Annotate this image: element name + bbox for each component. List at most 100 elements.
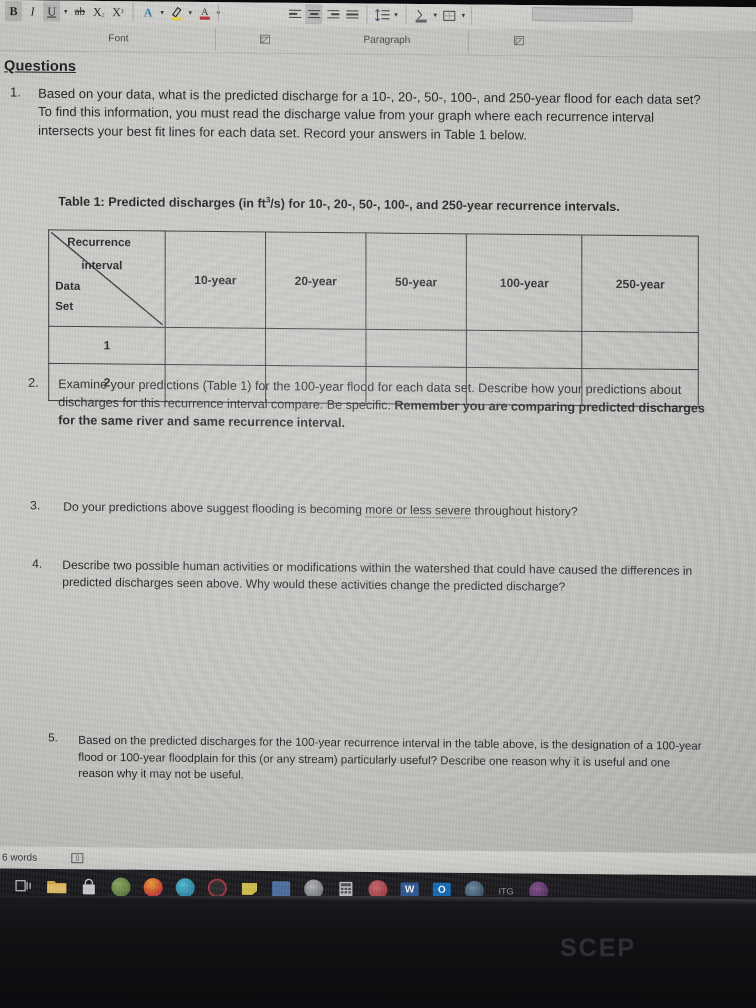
table-corner-cell: Recurrence interval Data Set xyxy=(48,229,166,328)
question-number: 5. xyxy=(48,732,58,745)
cell-r1-c1[interactable] xyxy=(165,327,266,366)
chrome-icon xyxy=(110,877,131,897)
question-text: Based on the predicted discharges for th… xyxy=(78,733,705,789)
toolbar-separator xyxy=(132,3,134,22)
group-separator-font xyxy=(217,4,219,23)
document-right-edge xyxy=(718,59,720,853)
question-text: Based on your data, what is the predicte… xyxy=(38,85,713,147)
svg-text:A: A xyxy=(201,7,209,18)
font-dialog-launcher[interactable]: ◸ xyxy=(260,34,271,45)
strikethrough-button[interactable]: ab xyxy=(71,2,88,22)
cell-r1-c5[interactable] xyxy=(582,331,699,370)
folder-icon xyxy=(46,880,66,894)
table-row[interactable]: 1 xyxy=(48,326,699,370)
line-spacing-caret[interactable]: ▾ xyxy=(392,11,401,19)
justify-button[interactable] xyxy=(343,4,360,24)
group-separator-paragraph xyxy=(470,6,472,25)
bold-button[interactable]: B xyxy=(5,1,23,22)
monitor-brand-logo: SCEP xyxy=(560,934,637,962)
paragraph-dialog-launcher[interactable]: ◸ xyxy=(514,36,525,46)
question-number: 1. xyxy=(10,84,21,100)
question-item-3: 3. Do your predictions above suggest flo… xyxy=(30,498,723,522)
shading-icon xyxy=(415,9,427,23)
question-5-body: Based on the predicted discharges for th… xyxy=(78,734,702,782)
borders-caret[interactable]: ▾ xyxy=(459,11,468,19)
borders-button[interactable] xyxy=(441,5,458,25)
italic-button[interactable]: I xyxy=(24,1,41,21)
shading-caret[interactable]: ▾ xyxy=(431,11,440,19)
style-gallery-item[interactable] xyxy=(532,7,633,23)
table-caption-suffix: /s) for 10-, 20-, 50-, 100-, and 250-yea… xyxy=(270,196,620,214)
cell-r1-c3[interactable] xyxy=(365,329,467,368)
subscript-button[interactable]: X₂ xyxy=(90,2,107,22)
question-item-5: 5. Based on the predicted discharges for… xyxy=(48,732,711,789)
text-effects-button[interactable]: A xyxy=(140,2,157,22)
group-label-font: Font xyxy=(108,33,129,45)
monitor-bezel: SCEP xyxy=(0,896,756,1008)
table-header-row: Recurrence interval Data Set 10-year 20-… xyxy=(48,229,699,333)
sticky-note-icon xyxy=(241,882,257,895)
align-left-button[interactable] xyxy=(286,4,303,24)
question-item-2: 2. Examine your predictions (Table 1) fo… xyxy=(28,376,721,436)
text-effects-caret[interactable]: ▾ xyxy=(158,9,167,17)
divider-paragraph xyxy=(467,30,469,53)
page-title: Questions xyxy=(4,58,77,76)
corner-label-interval: interval xyxy=(81,259,123,273)
group-label-paragraph: Paragraph xyxy=(363,34,411,47)
cell-r1-c2[interactable] xyxy=(265,328,366,367)
cell-r1-c4[interactable] xyxy=(466,330,583,369)
shading-button[interactable] xyxy=(413,5,430,25)
word-count-label[interactable]: 6 words xyxy=(2,852,37,863)
table-column-header-100-year: 100-year xyxy=(466,233,583,332)
proofing-errors-icon[interactable]: ▯ xyxy=(71,853,84,864)
epic-games-label: ITG xyxy=(498,885,514,896)
question-number: 2. xyxy=(28,375,39,390)
table-caption: Table 1: Predicted discharges (in ft3/s)… xyxy=(58,193,620,214)
question-3-part-1: Do your predictions above suggest floodi… xyxy=(63,499,366,517)
ribbon-group-font: B I U ▾ ab X₂ X² A ▾ ▾ A ▾ xyxy=(4,0,223,26)
divider-font xyxy=(214,28,216,51)
highlighter-icon xyxy=(171,6,182,21)
underline-dropdown-caret[interactable]: ▾ xyxy=(61,8,70,16)
toolbar-separator-3 xyxy=(405,5,407,24)
superscript-button[interactable]: X² xyxy=(109,2,126,22)
edge-icon xyxy=(175,878,195,898)
question-text: Do your predictions above suggest floodi… xyxy=(63,499,721,522)
task-view-icon xyxy=(14,880,31,892)
line-spacing-icon xyxy=(374,8,390,21)
text-highlight-color-button[interactable] xyxy=(168,3,185,23)
table-column-header-20-year: 20-year xyxy=(265,231,366,330)
shopping-bag-icon xyxy=(82,878,95,894)
question-text: Examine your predictions (Table 1) for t… xyxy=(58,376,721,436)
row-label-1: 1 xyxy=(48,326,166,365)
table-column-header-10-year: 10-year xyxy=(165,230,266,329)
line-spacing-button[interactable] xyxy=(373,5,390,25)
teams-icon xyxy=(272,880,291,897)
ribbon-group-paragraph: ▾ ▾ ▾ xyxy=(285,1,468,29)
table-caption-prefix: Table 1: Predicted discharges (in ft xyxy=(58,194,266,211)
underline-button[interactable]: U xyxy=(43,1,61,22)
font-color-icon: A xyxy=(199,7,210,20)
table-column-header-250-year: 250-year xyxy=(582,235,699,333)
corner-label-set: Set xyxy=(55,300,74,313)
corner-label-recurrence: Recurrence xyxy=(67,236,131,250)
question-item-1: 1. Based on your data, what is the predi… xyxy=(10,84,713,146)
align-center-button[interactable] xyxy=(305,3,323,25)
question-number: 3. xyxy=(30,498,41,513)
toolbar-separator-2 xyxy=(366,5,368,24)
font-color-button[interactable]: A xyxy=(196,3,213,23)
question-text: Describe two possible human activities o… xyxy=(62,557,710,597)
borders-icon xyxy=(443,10,456,21)
firefox-icon xyxy=(143,877,163,898)
highlight-color-caret[interactable]: ▾ xyxy=(186,9,195,17)
question-item-4: 4. Describe two possible human activitie… xyxy=(32,557,715,598)
question-4-body: Describe two possible human activities o… xyxy=(62,557,693,594)
corner-label-data: Data xyxy=(55,280,81,293)
table-column-header-50-year: 50-year xyxy=(365,232,467,331)
question-number: 4. xyxy=(32,556,43,571)
question-3-part-3: throughout history? xyxy=(471,503,578,519)
align-right-button[interactable] xyxy=(324,4,341,24)
document-page[interactable]: Questions 1. Based on your data, what is… xyxy=(0,52,739,852)
ribbon-group-styles xyxy=(532,3,633,30)
spell-check-underlined-text: more or less severe xyxy=(365,502,472,519)
